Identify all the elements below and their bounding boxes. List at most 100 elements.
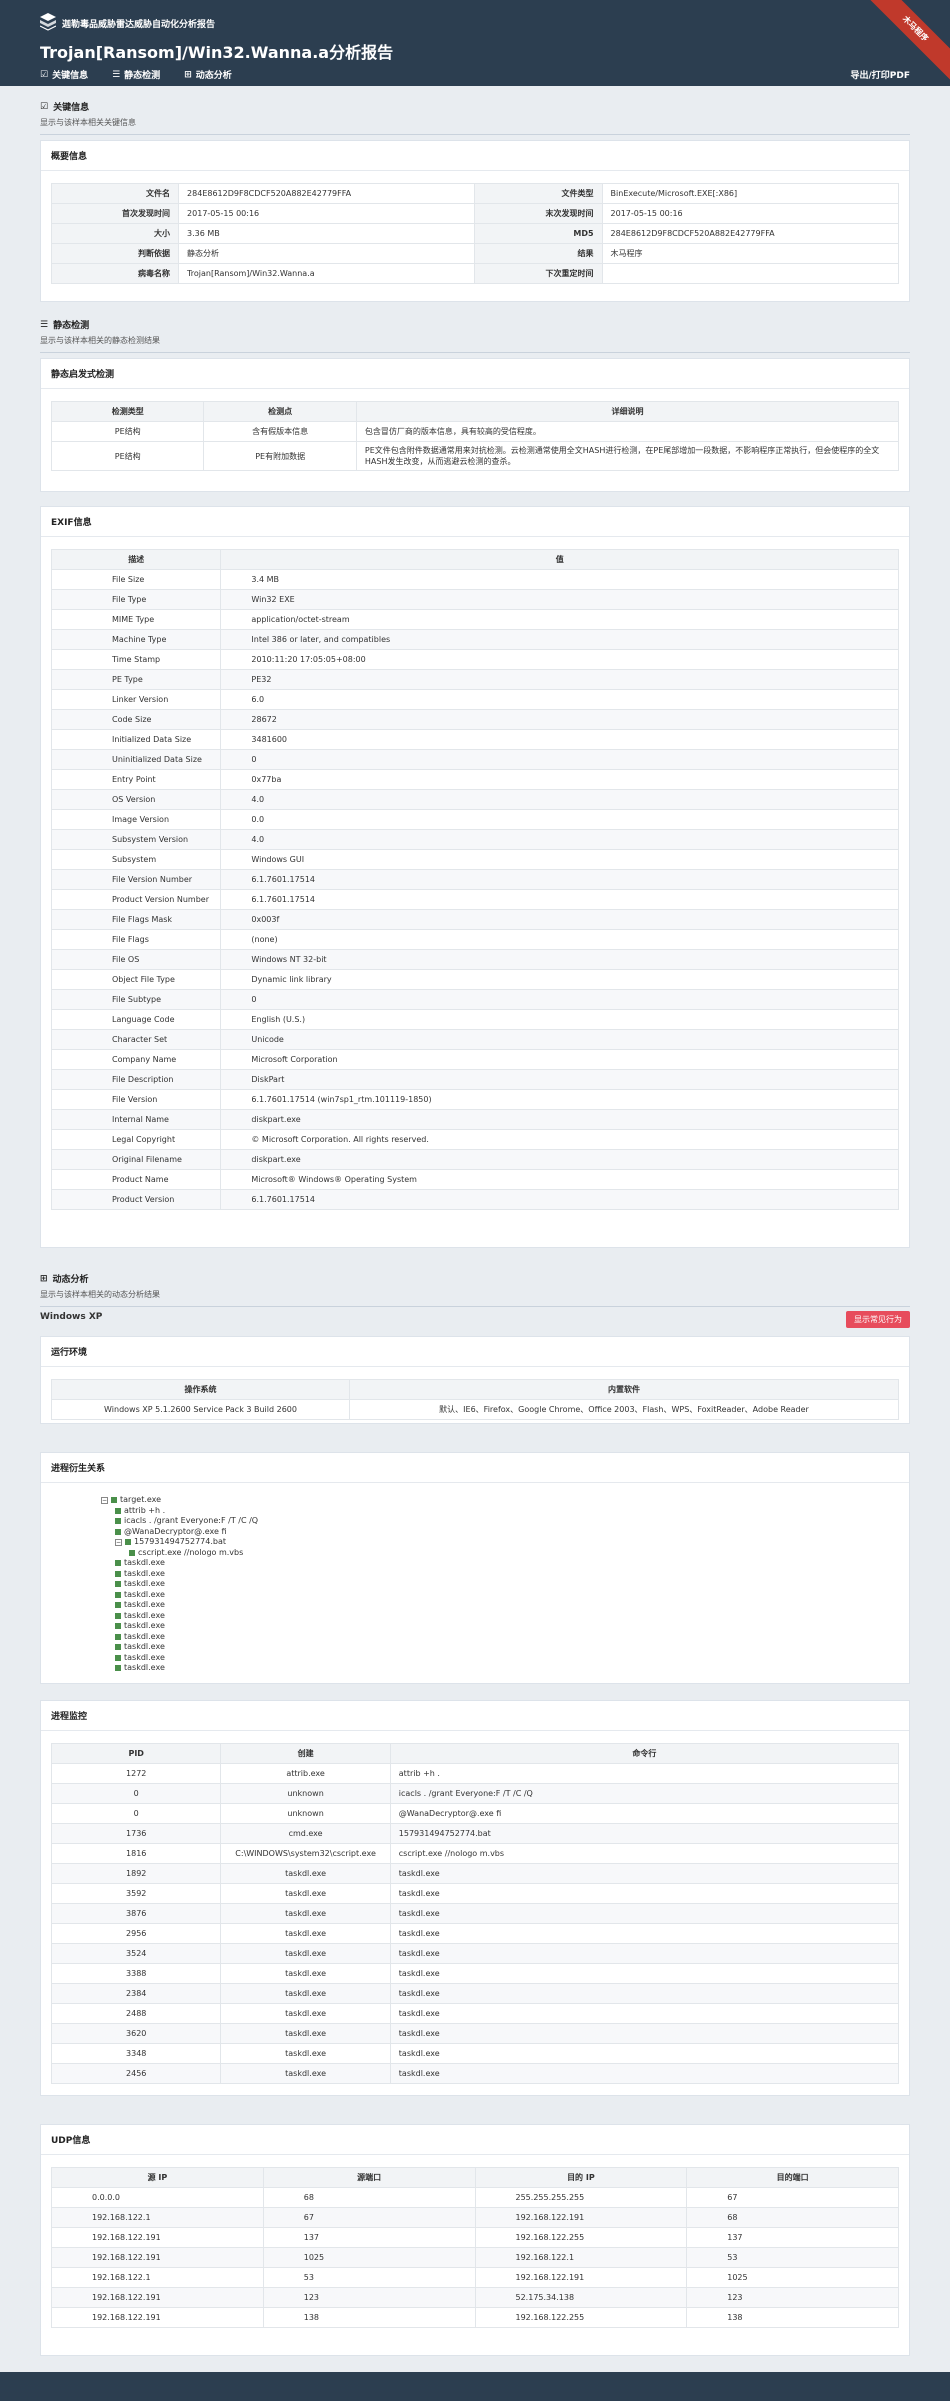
exif-table: 描述值 File Size 3.4 MB File Type Win32 EXE MIM…	[50, 549, 899, 1210]
udp-cell: 192.168.122.191	[474, 2267, 688, 2288]
tree-node[interactable]: taskdl.exe	[101, 1579, 258, 1590]
tree-node[interactable]: icacls . /grant Everyone:F /T /C /Q	[101, 1516, 258, 1527]
tree-node[interactable]: @WanaDecryptor@.exe fi	[101, 1527, 258, 1538]
exif-value: 3.4 MB	[220, 569, 899, 590]
tree-node[interactable]: taskdl.exe	[101, 1569, 258, 1580]
table-row: 192.168.122.191 137 192.168.122.255 137	[51, 2227, 899, 2248]
exif-key: File Flags Mask	[50, 909, 222, 930]
collapse-toggle-icon[interactable]: −	[101, 1496, 108, 1504]
udp-cell: 192.168.122.1	[51, 2207, 264, 2228]
tree-node[interactable]: taskdl.exe	[101, 1632, 258, 1643]
exif-value: (none)	[220, 929, 899, 950]
process-cell: 3524	[50, 1943, 222, 1964]
exif-row: Object File Type Dynamic link library	[50, 969, 899, 990]
process-cell: taskdl.exe	[389, 1943, 900, 1964]
summary-key: 病毒名称	[50, 263, 180, 284]
process-cell: taskdl.exe	[220, 2043, 391, 2064]
process-tree-title: 进程衍生关系	[41, 1453, 909, 1483]
nav-key-info[interactable]: ☑ 关键信息	[40, 68, 88, 82]
dynamic-section-header: ⊞ 动态分析 显示与该样本相关的动态分析结果	[40, 1272, 910, 1307]
table-row: 1272 attrib.exe attrib +h .	[50, 1763, 900, 1784]
exif-row: Subsystem Version 4.0	[50, 829, 899, 850]
exif-value: Microsoft Corporation	[220, 1049, 899, 1070]
nav-static[interactable]: ☰ 静态检测	[112, 68, 160, 82]
tree-node-label: 157931494752774.bat	[134, 1537, 227, 1546]
exif-key: File Size	[50, 569, 222, 590]
tree-node-label: taskdl.exe	[124, 1589, 165, 1599]
table-row: 3348 taskdl.exe taskdl.exe	[50, 2043, 900, 2064]
grid-icon: ⊞	[184, 69, 192, 80]
table-row: 192.168.122.191 123 52.175.34.138 123	[51, 2287, 899, 2308]
exif-value: 6.0	[220, 689, 899, 710]
summary-panel-title: 概要信息	[41, 141, 909, 171]
exif-value: application/octet-stream	[220, 609, 899, 630]
tree-node[interactable]: attrib +h .	[101, 1506, 258, 1517]
udp-cell: 192.168.122.191	[51, 2287, 264, 2308]
process-cell: 3876	[50, 1903, 222, 1924]
tree-node[interactable]: taskdl.exe	[101, 1590, 258, 1601]
tree-node[interactable]: − 157931494752774.bat	[101, 1537, 258, 1548]
logo-icon	[40, 13, 56, 31]
collapse-toggle-icon[interactable]: −	[115, 1538, 122, 1546]
process-monitor-title: 进程监控	[41, 1701, 909, 1731]
nav-dynamic[interactable]: ⊞ 动态分析	[184, 68, 232, 82]
tree-node[interactable]: taskdl.exe	[101, 1558, 258, 1569]
exif-row: Linker Version 6.0	[50, 689, 899, 710]
exif-key: Entry Point	[50, 769, 222, 790]
process-cell: taskdl.exe	[389, 1923, 900, 1944]
summary-value: 木马程序	[601, 243, 900, 264]
tree-node[interactable]: − target.exe	[101, 1495, 258, 1506]
exif-row: File Version Number 6.1.7601.17514	[50, 869, 899, 890]
summary-value: 静态分析	[178, 243, 476, 264]
tree-node-label: taskdl.exe	[124, 1610, 165, 1620]
dynamic-subtitle: 显示与该样本相关的动态分析结果	[40, 1290, 160, 1299]
tree-node-label: attrib +h .	[124, 1505, 166, 1515]
show-common-behavior-button[interactable]: 显示常见行为	[846, 1311, 910, 1328]
table-row: 1892 taskdl.exe taskdl.exe	[50, 1863, 900, 1884]
process-cell: 1736	[50, 1823, 222, 1844]
exif-header: 描述	[50, 549, 222, 570]
process-cell: taskdl.exe	[389, 1883, 900, 1904]
process-cell: C:\WINDOWS\system32\cscript.exe	[220, 1843, 391, 1864]
exif-row: Machine Type Intel 386 or later, and comp…	[50, 629, 899, 650]
static-cell: PE文件包含附件数据通常用来対抗检测。云检测通常使用全文HASH进行检测，在PE…	[355, 441, 900, 471]
udp-cell: 1025	[686, 2267, 899, 2288]
tree-node[interactable]: cscript.exe //nologo m.vbs	[101, 1548, 258, 1559]
exif-key: Object File Type	[50, 969, 222, 990]
exif-key: Language Code	[50, 1009, 222, 1030]
process-cell: taskdl.exe	[220, 1903, 391, 1924]
tree-node[interactable]: taskdl.exe	[101, 1642, 258, 1653]
summary-key: 判断依据	[50, 243, 180, 264]
tree-node[interactable]: taskdl.exe	[101, 1653, 258, 1664]
tree-node-label: taskdl.exe	[124, 1558, 165, 1567]
process-cell: 1272	[50, 1763, 222, 1784]
process-cell: 2488	[50, 2003, 222, 2024]
process-icon	[115, 1518, 121, 1525]
env-header-software: 内置软件	[349, 1379, 899, 1400]
process-cell: taskdl.exe	[220, 2023, 391, 2044]
process-monitor-table: PID 创建 命令行 1272 attrib.exe attrib +h . 0 unkno…	[50, 1743, 900, 2084]
udp-cell: 137	[686, 2227, 899, 2248]
exif-key: Subsystem Version	[50, 829, 222, 850]
tree-node[interactable]: taskdl.exe	[101, 1663, 258, 1674]
process-icon	[115, 1665, 121, 1672]
tree-node[interactable]: taskdl.exe	[101, 1621, 258, 1632]
exif-key: File Type	[50, 589, 222, 610]
udp-cell: 192.168.122.191	[51, 2247, 264, 2268]
process-icon	[125, 1539, 131, 1546]
exif-value: Dynamic link library	[220, 969, 899, 990]
table-row: 3388 taskdl.exe taskdl.exe	[50, 1963, 900, 1984]
udp-cell: 192.168.122.191	[474, 2207, 688, 2228]
checkbox-icon: ☑	[40, 69, 49, 80]
exif-key: File Version	[50, 1089, 222, 1110]
export-pdf-link[interactable]: 导出/打印PDF	[850, 68, 910, 81]
tree-node[interactable]: taskdl.exe	[101, 1611, 258, 1622]
exif-value: Intel 386 or later, and compatibles	[220, 629, 899, 650]
env-header-os: 操作系统	[50, 1379, 351, 1400]
static-cell: 含有假版本信息	[203, 421, 357, 442]
grid-icon: ⊞	[40, 1273, 48, 1284]
env-os-value: Windows XP 5.1.2600 Service Pack 3 Build…	[50, 1399, 351, 1420]
table-row: PE结构 含有假版本信息 包含冒仿厂商的版本信息，具有较高的受信程度。	[50, 421, 900, 442]
exif-row: Product Version 6.1.7601.17514	[50, 1189, 899, 1210]
tree-node[interactable]: taskdl.exe	[101, 1600, 258, 1611]
